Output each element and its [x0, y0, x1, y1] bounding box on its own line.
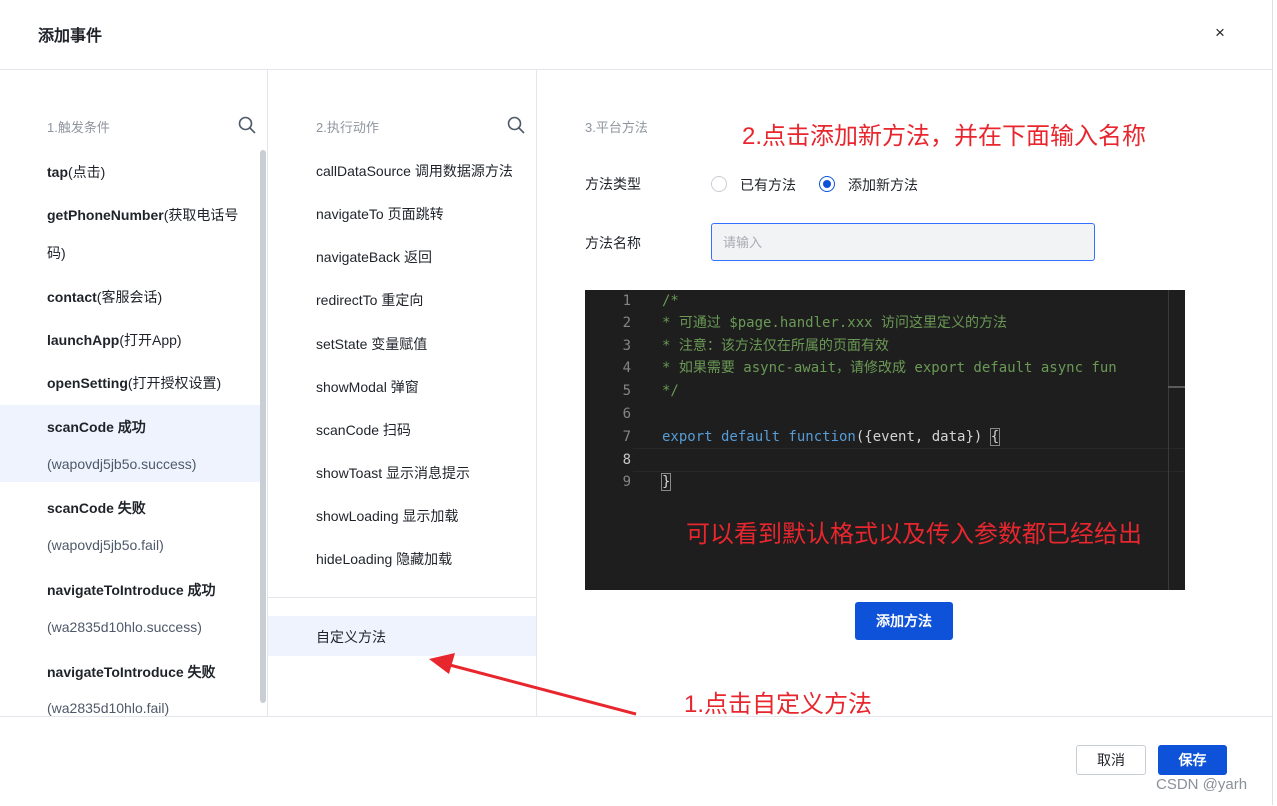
trigger-column: 1.触发条件 tap(点击) getPhoneNumber(获取电话号 码) c…: [0, 70, 268, 716]
action-item-label: callDataSource 调用数据源方法: [316, 163, 513, 179]
trigger-item-id: (wa2835d10hlo.fail): [47, 700, 170, 716]
search-icon[interactable]: [507, 116, 525, 134]
action-item-showloading[interactable]: showLoading 显示加载: [268, 495, 536, 535]
trigger-item-label: navigateToIntroduce 成功: [47, 582, 216, 598]
radio-label: 添加新方法: [848, 177, 918, 193]
code-line: 6: [622, 406, 631, 422]
trigger-item-label: scanCode 成功: [47, 419, 146, 435]
add-method-button[interactable]: 添加方法: [855, 602, 953, 640]
action-item-label: navigateTo 页面跳转: [316, 206, 444, 222]
method-name-label: 方法名称: [585, 235, 641, 251]
platform-method-panel: 3.平台方法 方法类型 已有方法 添加新方法 方法名称 1/* 2* 可通过 $…: [537, 70, 1272, 716]
trigger-item-tap[interactable]: tap(点击): [0, 150, 260, 193]
trigger-item-label-wrap: 码): [47, 245, 66, 261]
method-type-label: 方法类型: [585, 176, 641, 192]
search-icon[interactable]: [238, 116, 256, 134]
action-item-setstate[interactable]: setState 变量赋值: [268, 323, 536, 363]
action-item-label: showLoading 显示加载: [316, 508, 459, 524]
action-item-label: navigateBack 返回: [316, 249, 432, 265]
action-item-label: scanCode 扫码: [316, 422, 411, 438]
cancel-button[interactable]: 取消: [1076, 745, 1146, 775]
trigger-item-scancode-fail[interactable]: scanCode 失败 (wapovdj5jb5o.fail): [0, 486, 260, 566]
action-item-navigateback[interactable]: navigateBack 返回: [268, 236, 536, 276]
trigger-item-navigatetointroduce-fail[interactable]: navigateToIntroduce 失败 (wa2835d10hlo.fai…: [0, 650, 260, 716]
action-column-title: 2.执行动作: [316, 120, 379, 135]
trigger-item-id: (wapovdj5jb5o.fail): [47, 537, 164, 553]
trigger-item-launchapp[interactable]: launchApp(打开App): [0, 318, 260, 361]
action-item-label: hideLoading 隐藏加载: [316, 551, 453, 567]
trigger-item-opensetting[interactable]: openSetting(打开授权设置): [0, 361, 260, 404]
action-column: 2.执行动作 callDataSource 调用数据源方法 navigateTo…: [268, 70, 537, 716]
code-line: 8: [622, 452, 631, 468]
action-item-hideloading[interactable]: hideLoading 隐藏加载: [268, 538, 536, 578]
action-item-label: redirectTo 重定向: [316, 292, 424, 308]
trigger-item-label: scanCode 失败: [47, 500, 146, 516]
save-button[interactable]: 保存: [1158, 745, 1227, 775]
action-item-redirectto[interactable]: redirectTo 重定向: [268, 279, 536, 319]
code-line: 3 * 注意：该方法仅在所属的页面有效: [622, 338, 889, 354]
trigger-item-label: tap(点击): [47, 164, 106, 180]
action-item-label: setState 变量赋值: [316, 336, 428, 352]
radio-label: 已有方法: [740, 177, 796, 193]
dialog-header: 添加事件 ×: [0, 0, 1272, 70]
trigger-scrollbar[interactable]: [260, 150, 266, 703]
trigger-item-label: contact(客服会话): [47, 289, 163, 305]
editor-scrollbar-track[interactable]: [1168, 290, 1169, 590]
trigger-item-getphonenumber[interactable]: getPhoneNumber(获取电话号 码): [0, 193, 260, 275]
code-line: 9}: [622, 473, 672, 491]
action-item-showtoast[interactable]: showToast 显示消息提示: [268, 452, 536, 492]
trigger-item-navigatetointroduce-success[interactable]: navigateToIntroduce 成功 (wa2835d10hlo.suc…: [0, 568, 260, 648]
trigger-item-label: launchApp(打开App): [47, 332, 182, 348]
trigger-column-title: 1.触发条件: [47, 120, 110, 135]
trigger-item-label: navigateToIntroduce 失败: [47, 664, 216, 680]
action-item-scancode[interactable]: scanCode 扫码: [268, 409, 536, 449]
dialog-title: 添加事件: [38, 28, 103, 45]
action-item-label: showModal 弹窗: [316, 379, 419, 395]
action-item-custom-method[interactable]: 自定义方法: [268, 616, 536, 656]
trigger-item-scancode-success[interactable]: scanCode 成功 (wapovdj5jb5o.success): [0, 405, 260, 482]
close-icon[interactable]: ×: [1209, 22, 1231, 44]
action-item-label: 自定义方法: [316, 629, 386, 645]
action-item-label: showToast 显示消息提示: [316, 465, 471, 481]
code-line: 7 export default function({event, data}) …: [622, 428, 1001, 446]
action-item-showmodal[interactable]: showModal 弹窗: [268, 366, 536, 406]
code-line: 1/*: [622, 293, 679, 309]
trigger-item-contact[interactable]: contact(客服会话): [0, 275, 260, 318]
watermark: CSDN @yarh: [1156, 776, 1248, 793]
radio-circle: [819, 176, 835, 192]
action-item-calldatasource[interactable]: callDataSource 调用数据源方法: [268, 150, 536, 190]
code-line: 5 */: [622, 383, 679, 399]
code-line: 2 * 可通过 $page.handler.xxx 访问这里定义的方法: [622, 315, 1008, 331]
trigger-item-id: (wapovdj5jb5o.success): [47, 456, 197, 472]
annotation-step1: 1.点击自定义方法: [684, 691, 873, 718]
trigger-item-id: (wa2835d10hlo.success): [47, 619, 202, 635]
code-line: 4 * 如果需要 async-await，请修改成 export default …: [622, 360, 1117, 376]
editor-scroll-marker: [1168, 386, 1185, 388]
platform-column-title: 3.平台方法: [585, 120, 648, 135]
method-name-input[interactable]: [711, 223, 1095, 261]
trigger-item-label: getPhoneNumber(获取电话号: [47, 207, 239, 223]
annotation-step2: 2.点击添加新方法，并在下面输入名称: [742, 123, 1147, 150]
action-divider: [268, 597, 536, 598]
annotation-editor-note: 可以看到默认格式以及传入参数都已经给出: [686, 521, 1142, 548]
action-item-navigateto[interactable]: navigateTo 页面跳转: [268, 193, 536, 233]
radio-circle: [711, 176, 727, 192]
trigger-item-label: openSetting(打开授权设置): [47, 375, 222, 391]
